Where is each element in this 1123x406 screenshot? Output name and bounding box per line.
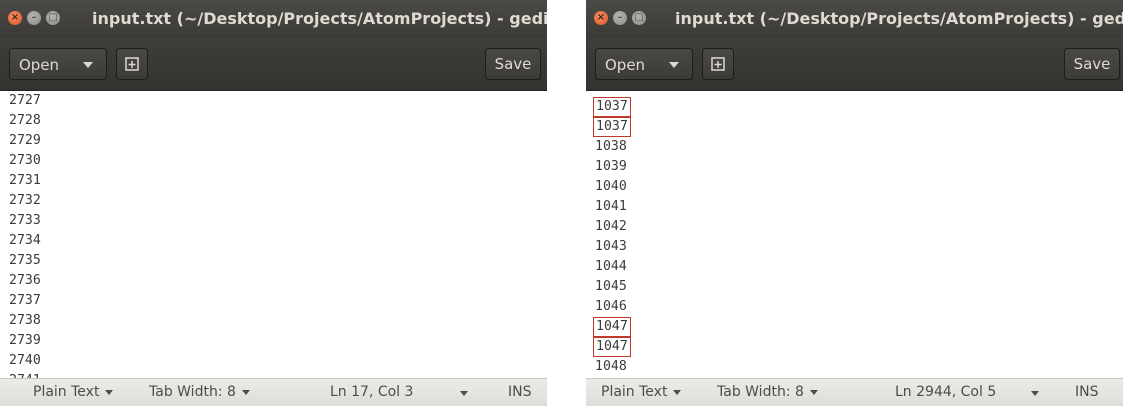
window-title: input.txt (~/Desktop/Projects/AtomProjec… (92, 9, 547, 28)
text-line: 1046 (595, 299, 627, 314)
cursor-position[interactable]: Ln 17, Col 3 (330, 384, 413, 400)
text-line: 2740 (9, 353, 41, 368)
insert-mode[interactable]: INS (1075, 384, 1099, 400)
tab-width-label: Tab Width: 8 (149, 384, 236, 400)
tab-width-selector[interactable]: Tab Width: 8 (717, 384, 818, 400)
title-bar[interactable]: × – □ input.txt (~/Desktop/Projects/Atom… (0, 0, 547, 38)
highlighted-line: 1037 (593, 117, 631, 137)
minimize-icon[interactable]: – (613, 11, 627, 25)
maximize-icon[interactable]: □ (632, 11, 646, 25)
text-line: 2739 (9, 333, 41, 348)
new-document-icon (711, 57, 725, 71)
new-document-button[interactable] (702, 48, 734, 80)
language-selector[interactable]: Plain Text (33, 384, 114, 400)
text-line: 1040 (595, 179, 627, 194)
gedit-window-left: × – □ input.txt (~/Desktop/Projects/Atom… (0, 0, 547, 406)
close-icon[interactable]: × (8, 11, 22, 25)
chevron-down-icon (105, 389, 114, 395)
text-line: 2736 (9, 273, 41, 288)
open-button[interactable]: Open (9, 48, 107, 80)
chevron-down-icon[interactable] (460, 391, 468, 396)
highlighted-line: 1037 (593, 97, 631, 117)
header-toolbar: Open Save (0, 38, 547, 91)
text-line: 2731 (9, 173, 41, 188)
language-label: Plain Text (33, 384, 100, 400)
status-bar: Plain Text Tab Width: 8 Ln 17, Col 3 INS (0, 378, 547, 406)
text-line: 2735 (9, 253, 41, 268)
title-bar[interactable]: × – □ input.txt (~/Desktop/Projects/Atom… (586, 0, 1123, 38)
language-selector[interactable]: Plain Text (601, 384, 682, 400)
tab-width-selector[interactable]: Tab Width: 8 (149, 384, 250, 400)
header-toolbar: Open Save (586, 38, 1123, 91)
new-document-button[interactable] (116, 48, 148, 80)
text-line: 1039 (595, 159, 627, 174)
chevron-down-icon (669, 62, 679, 68)
text-editor-area[interactable]: 2727 2728 2729 2730 2731 2732 2733 2734 2735 2736… (0, 91, 547, 378)
save-button[interactable]: Save (1064, 48, 1120, 80)
highlighted-line: 1047 (593, 317, 631, 337)
status-bar: Plain Text Tab Width: 8 Ln 2944, Col 5 I… (586, 378, 1123, 406)
cursor-position[interactable]: Ln 2944, Col 5 (895, 384, 996, 400)
text-line: 2737 (9, 293, 41, 308)
window-title: input.txt (~/Desktop/Projects/AtomProjec… (675, 9, 1123, 28)
text-line: 1048 (595, 359, 627, 374)
text-line: 1042 (595, 219, 627, 234)
text-line: 2729 (9, 133, 41, 148)
chevron-down-icon (673, 389, 682, 395)
new-document-icon (125, 57, 139, 71)
text-line: 1045 (595, 279, 627, 294)
chevron-down-icon (83, 62, 93, 68)
maximize-icon[interactable]: □ (46, 11, 60, 25)
text-line: 2733 (9, 213, 41, 228)
text-line: 2741 (9, 371, 41, 378)
text-editor-area[interactable]: 1036103710371038103910401041104210431044… (586, 91, 1123, 378)
save-button[interactable]: Save (485, 48, 541, 80)
gedit-window-right: × – □ input.txt (~/Desktop/Projects/Atom… (586, 0, 1123, 406)
tab-width-label: Tab Width: 8 (717, 384, 804, 400)
open-button-label: Open (605, 56, 646, 74)
close-icon[interactable]: × (594, 11, 608, 25)
text-line: 1038 (595, 139, 627, 154)
insert-mode[interactable]: INS (508, 384, 532, 400)
text-line: 2727 (9, 93, 41, 108)
open-button[interactable]: Open (595, 48, 693, 80)
open-button-label: Open (19, 56, 60, 74)
text-line: 1041 (595, 199, 627, 214)
chevron-down-icon[interactable] (1031, 391, 1039, 396)
text-line: 1043 (595, 239, 627, 254)
minimize-icon[interactable]: – (27, 11, 41, 25)
text-line: 2734 (9, 233, 41, 248)
text-line: 2732 (9, 193, 41, 208)
language-label: Plain Text (601, 384, 668, 400)
text-line: 1044 (595, 259, 627, 274)
highlighted-line: 1047 (593, 337, 631, 357)
text-line: 2728 (9, 113, 41, 128)
text-line: 2730 (9, 153, 41, 168)
chevron-down-icon (809, 389, 818, 395)
chevron-down-icon (241, 389, 250, 395)
text-line: 2738 (9, 313, 41, 328)
